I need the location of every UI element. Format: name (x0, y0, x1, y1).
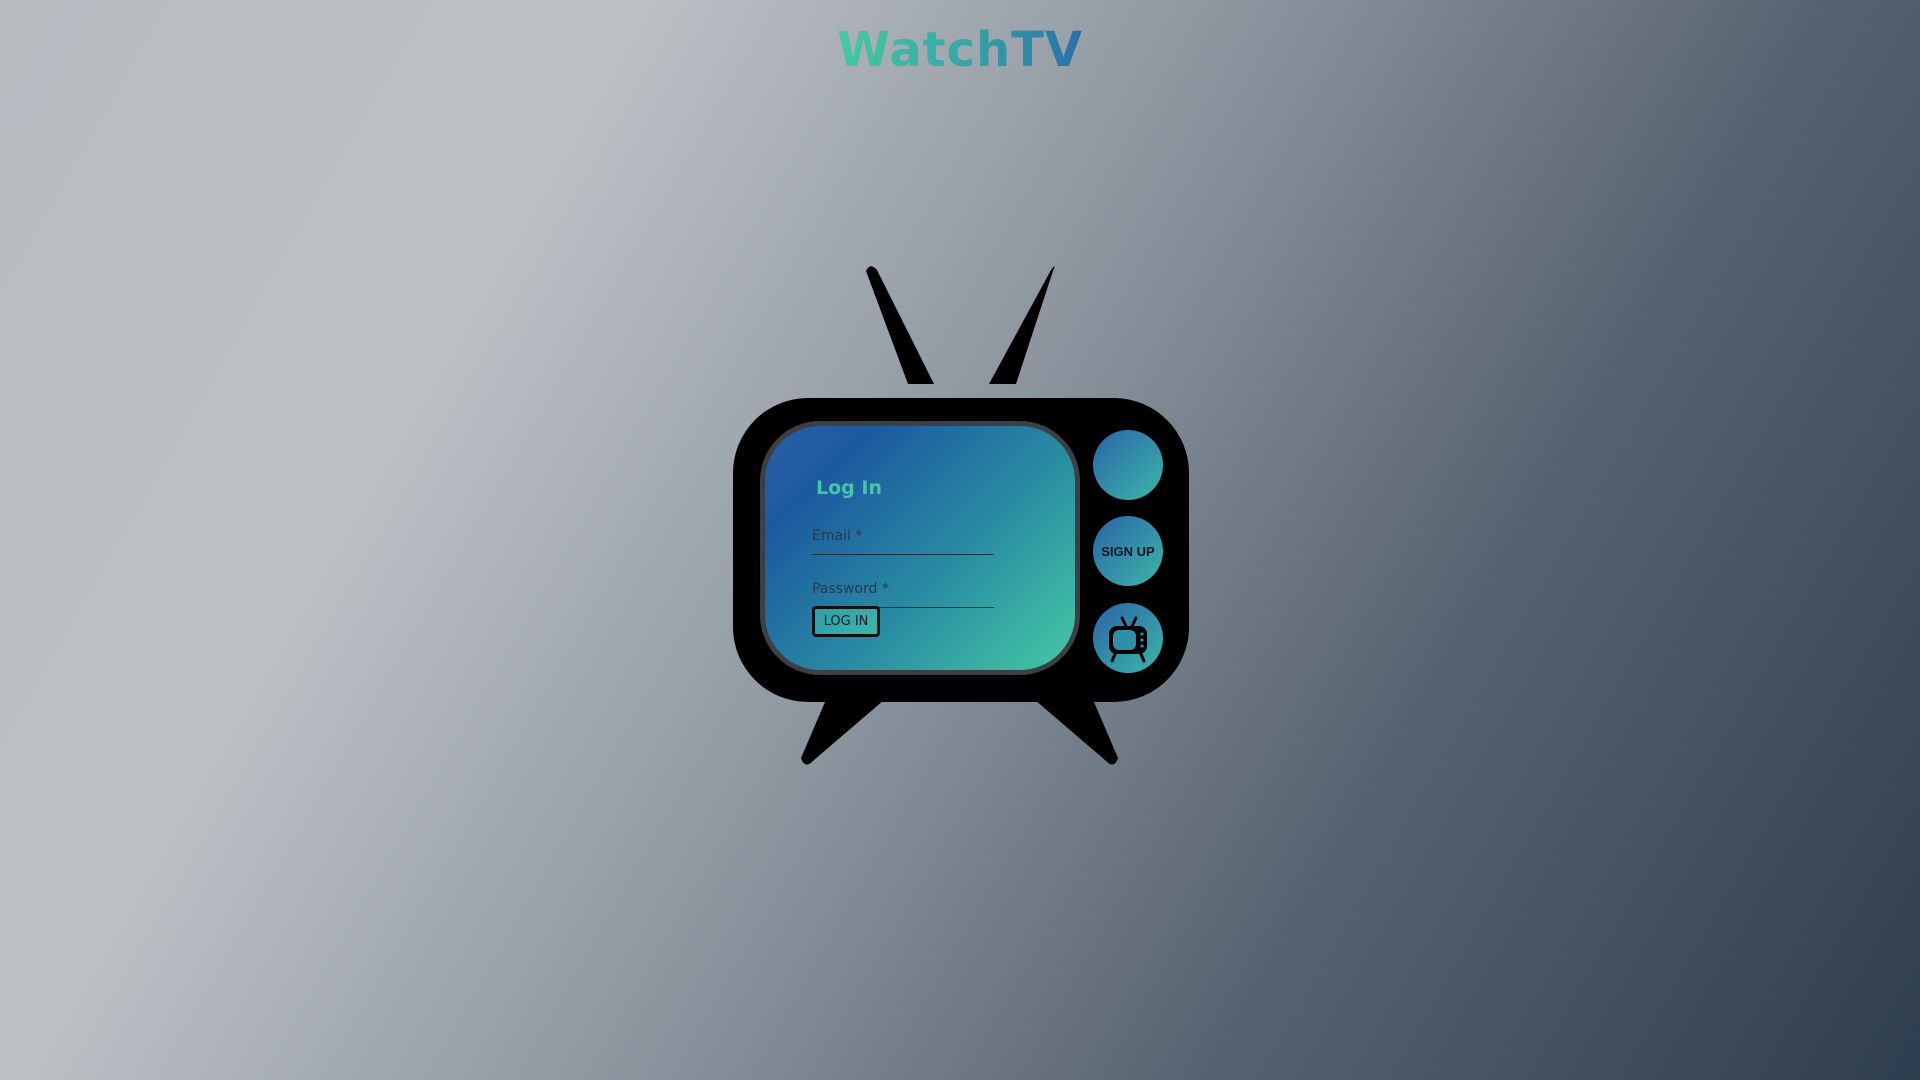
signup-label: SIGN UP (1101, 543, 1155, 559)
signup-button[interactable]: SIGN UP (1093, 516, 1163, 586)
tv-screen: Log In Email * Password * LOG IN (760, 421, 1080, 675)
tv-icon (1109, 616, 1147, 663)
tv-antenna-right (989, 266, 1055, 384)
email-input[interactable] (812, 546, 994, 555)
tv-antenna-left (866, 266, 934, 384)
tv-leg-right (1035, 695, 1118, 765)
home-tv-button[interactable] (1093, 603, 1163, 673)
password-field-group: Password * (812, 581, 994, 608)
email-field-group: Email * (812, 528, 994, 555)
email-label: Email * (812, 528, 863, 544)
tv-leg-left (801, 695, 884, 765)
login-title: Log In (816, 477, 882, 499)
login-button[interactable]: LOG IN (812, 606, 880, 637)
top-knob-button[interactable] (1093, 430, 1163, 500)
password-label: Password * (812, 581, 889, 597)
